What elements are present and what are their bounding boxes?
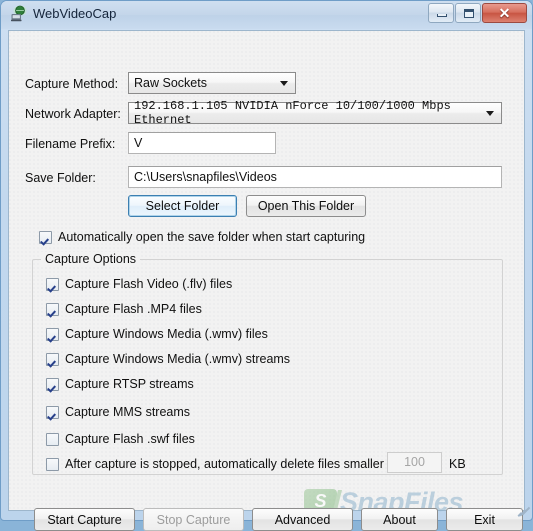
select-folder-button[interactable]: Select Folder [128,195,237,217]
network-adapter-select[interactable]: 192.168.1.105 NVIDIA nForce 10/100/1000 … [128,99,502,127]
minimize-button[interactable] [428,3,454,23]
delete-small-files-label: After capture is stopped, automatically … [65,457,416,471]
title-bar[interactable]: WebVideoCap ✕ [1,1,532,29]
capture-option-label-3: Capture Windows Media (.wmv) streams [65,352,291,366]
minimize-icon [437,14,447,17]
capture-option-row-4[interactable]: Capture RTSP streams [46,377,194,391]
about-button[interactable]: About [361,508,438,531]
chevron-down-icon [486,111,494,116]
delete-small-files-row[interactable]: After capture is stopped, automatically … [46,457,415,471]
capture-mms-checkbox[interactable] [46,405,59,419]
capture-option-row-5[interactable]: Capture MMS streams [46,405,190,419]
start-capture-button[interactable]: Start Capture [34,508,135,531]
capture-options-legend: Capture Options [41,252,141,266]
webcam-globe-icon [11,5,27,22]
auto-open-folder-checkbox-row[interactable]: Automatically open the save folder when … [39,230,365,244]
filename-prefix-input[interactable]: V [128,132,276,154]
capture-option-row-0[interactable]: Capture Flash Video (.flv) files [46,277,232,291]
delete-small-files-checkbox[interactable] [46,457,59,471]
capture-flash-flv-checkbox[interactable] [46,277,59,291]
capture-option-label-6: Capture Flash .swf files [65,432,195,446]
dialog-client-area: Capture Method: Raw Sockets Network Adap… [8,30,525,531]
exit-button[interactable]: Exit [446,508,523,531]
stop-capture-button: Stop Capture [143,508,244,531]
app-window: WebVideoCap ✕ Capture Method: Raw Socket… [0,0,533,531]
resize-grip[interactable] [516,505,531,518]
maximize-icon [464,9,474,18]
capture-rtsp-checkbox[interactable] [46,377,59,391]
capture-flash-swf-checkbox[interactable] [46,432,59,446]
window-title: WebVideoCap [33,6,117,21]
capture-option-label-4: Capture RTSP streams [65,377,194,391]
save-folder-input[interactable]: C:\Users\snapfiles\Videos [128,166,502,188]
auto-open-folder-label: Automatically open the save folder when … [58,230,366,244]
capture-wmv-files-checkbox[interactable] [46,327,59,341]
capture-method-select[interactable]: Raw Sockets [128,72,296,94]
close-button[interactable]: ✕ [482,3,527,23]
filename-prefix-label: Filename Prefix: [25,137,116,151]
capture-option-row-6[interactable]: Capture Flash .swf files [46,432,195,446]
capture-option-row-1[interactable]: Capture Flash .MP4 files [46,302,202,316]
auto-open-folder-checkbox[interactable] [39,230,52,244]
capture-option-label-5: Capture MMS streams [65,405,191,419]
capture-option-row-2[interactable]: Capture Windows Media (.wmv) files [46,327,268,341]
capture-flash-mp4-checkbox[interactable] [46,302,59,316]
capture-option-label-0: Capture Flash Video (.flv) files [65,277,233,291]
network-adapter-value: 192.168.1.105 NVIDIA nForce 10/100/1000 … [134,99,451,127]
capture-option-row-3[interactable]: Capture Windows Media (.wmv) streams [46,352,290,366]
capture-wmv-streams-checkbox[interactable] [46,352,59,366]
window-controls: ✕ [428,3,527,23]
delete-size-unit-label: KB [449,457,466,471]
delete-size-threshold-input[interactable]: 100 [387,452,442,473]
capture-method-value: Raw Sockets [134,76,207,90]
open-this-folder-button[interactable]: Open This Folder [246,195,366,217]
advanced-button[interactable]: Advanced [252,508,353,531]
save-folder-label: Save Folder: [25,171,96,185]
network-adapter-label: Network Adapter: [25,107,121,121]
close-icon: ✕ [498,4,511,21]
chevron-down-icon [280,81,288,86]
capture-option-label-1: Capture Flash .MP4 files [65,302,202,316]
capture-method-label: Capture Method: [25,77,119,91]
title-bar-left: WebVideoCap [10,5,116,22]
capture-option-label-2: Capture Windows Media (.wmv) files [65,327,268,341]
maximize-button[interactable] [455,3,481,23]
